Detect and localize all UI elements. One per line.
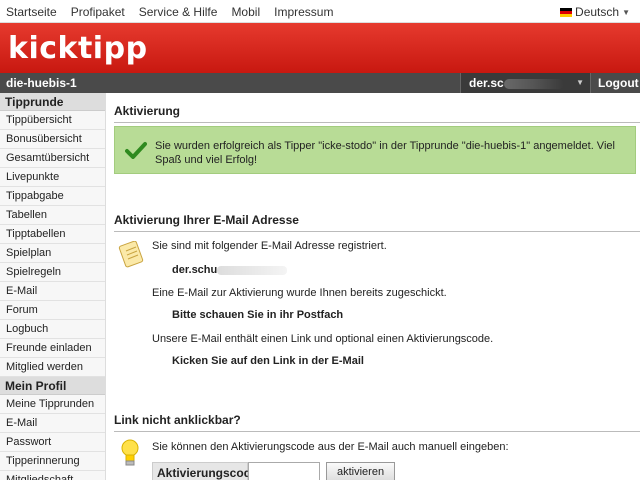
sidebar-item-tipperinnerung[interactable]: Tipperinnerung: [0, 452, 105, 471]
top-nav-links: Startseite Profipaket Service & Hilfe Mo…: [6, 5, 333, 19]
lightbulb-icon: [121, 439, 139, 466]
check-postfach-text: Bitte schauen Sie in ihr Postfach: [172, 309, 344, 321]
chevron-down-icon: ▼: [576, 78, 584, 87]
header-banner: kicktipp: [0, 23, 640, 73]
nav-link-profipaket[interactable]: Profipaket: [71, 5, 125, 19]
sidebar-item-livepunkte[interactable]: Livepunkte: [0, 168, 105, 187]
sidebar-item-meine-tipprunden[interactable]: Meine Tipprunden: [0, 395, 105, 414]
sidebar: Tipprunde Tippübersicht Bonusübersicht G…: [0, 93, 106, 480]
letter-icon: [118, 241, 144, 268]
nav-link-mobil[interactable]: Mobil: [231, 5, 260, 19]
sidebar-item-spielplan[interactable]: Spielplan: [0, 244, 105, 263]
redacted-email: [217, 265, 288, 275]
logout-button[interactable]: Logout: [590, 73, 640, 93]
sidebar-item-tabellen[interactable]: Tabellen: [0, 206, 105, 225]
sidebar-section-mein-profil: Mein Profil: [0, 377, 105, 395]
section-title-aktivierung: Aktivierung: [114, 104, 640, 123]
manual-code-text: Sie können den Aktivierungscode aus der …: [152, 441, 509, 453]
username: der.sc: [469, 76, 504, 90]
main-content: Aktivierung Sie wurden erfolgreich als T…: [114, 93, 640, 480]
group-bar: die-huebis-1 der.sc ▼ Logout: [0, 73, 640, 93]
sidebar-item-tippabgabe[interactable]: Tippabgabe: [0, 187, 105, 206]
sidebar-item-bonusuebersicht[interactable]: Bonusübersicht: [0, 130, 105, 149]
sidebar-item-profile-email[interactable]: E-Mail: [0, 414, 105, 433]
sidebar-item-logbuch[interactable]: Logbuch: [0, 320, 105, 339]
redacted-username: [503, 78, 564, 89]
sidebar-item-freunde-einladen[interactable]: Freunde einladen: [0, 339, 105, 358]
sidebar-item-spielregeln[interactable]: Spielregeln: [0, 263, 105, 282]
nav-link-service[interactable]: Service & Hilfe: [139, 5, 218, 19]
email-value: der.schu: [172, 264, 218, 276]
german-flag-icon: [560, 7, 573, 17]
sidebar-item-mitgliedschaft-beenden[interactable]: Mitgliedschaft beenden: [0, 471, 105, 480]
nav-link-impressum[interactable]: Impressum: [274, 5, 333, 19]
registered-email-text: Sie sind mit folgender E-Mail Adresse re…: [152, 240, 387, 252]
click-link-text: Kicken Sie auf den Link in der E-Mail: [172, 355, 364, 367]
section-title-email-aktivierung: Aktivierung Ihrer E-Mail Adresse: [114, 213, 640, 232]
activation-code-label: Aktivierungscode: [152, 462, 258, 480]
language-selector[interactable]: Deutsch ▼: [560, 5, 630, 19]
kicktipp-logo[interactable]: kicktipp: [8, 31, 148, 66]
language-label: Deutsch: [575, 5, 620, 19]
user-menu[interactable]: der.sc ▼: [460, 73, 590, 93]
success-message-box: Sie wurden erfolgreich als Tipper "icke-…: [114, 126, 636, 174]
activate-button[interactable]: aktivieren: [326, 462, 396, 480]
sidebar-item-forum[interactable]: Forum: [0, 301, 105, 320]
success-message-text: Sie wurden erfolgreich als Tipper "icke-…: [155, 140, 615, 166]
registered-email: der.schu: [172, 264, 288, 276]
email-contains-text: Unsere E-Mail enthält einen Link und opt…: [152, 333, 494, 345]
nav-link-startseite[interactable]: Startseite: [6, 5, 57, 19]
sidebar-item-passwort[interactable]: Passwort: [0, 433, 105, 452]
activation-code-input[interactable]: [248, 462, 320, 480]
group-name[interactable]: die-huebis-1: [6, 76, 77, 90]
sidebar-item-mitglied-werden[interactable]: Mitglied werden: [0, 358, 105, 377]
sidebar-item-email[interactable]: E-Mail: [0, 282, 105, 301]
sidebar-section-tipprunde: Tipprunde: [0, 93, 105, 111]
activation-code-form: Aktivierungscode aktivieren: [152, 462, 396, 480]
sidebar-item-tipptabellen[interactable]: Tipptabellen: [0, 225, 105, 244]
top-navigation: Startseite Profipaket Service & Hilfe Mo…: [0, 0, 640, 23]
email-sent-text: Eine E-Mail zur Aktivierung wurde Ihnen …: [152, 287, 447, 299]
chevron-down-icon: ▼: [622, 7, 630, 17]
sidebar-item-tippuebersicht[interactable]: Tippübersicht: [0, 111, 105, 130]
checkmark-icon: [125, 142, 147, 159]
section-title-link-nicht-anklickbar: Link nicht anklickbar?: [114, 413, 640, 432]
sidebar-item-gesamtuebersicht[interactable]: Gesamtübersicht: [0, 149, 105, 168]
